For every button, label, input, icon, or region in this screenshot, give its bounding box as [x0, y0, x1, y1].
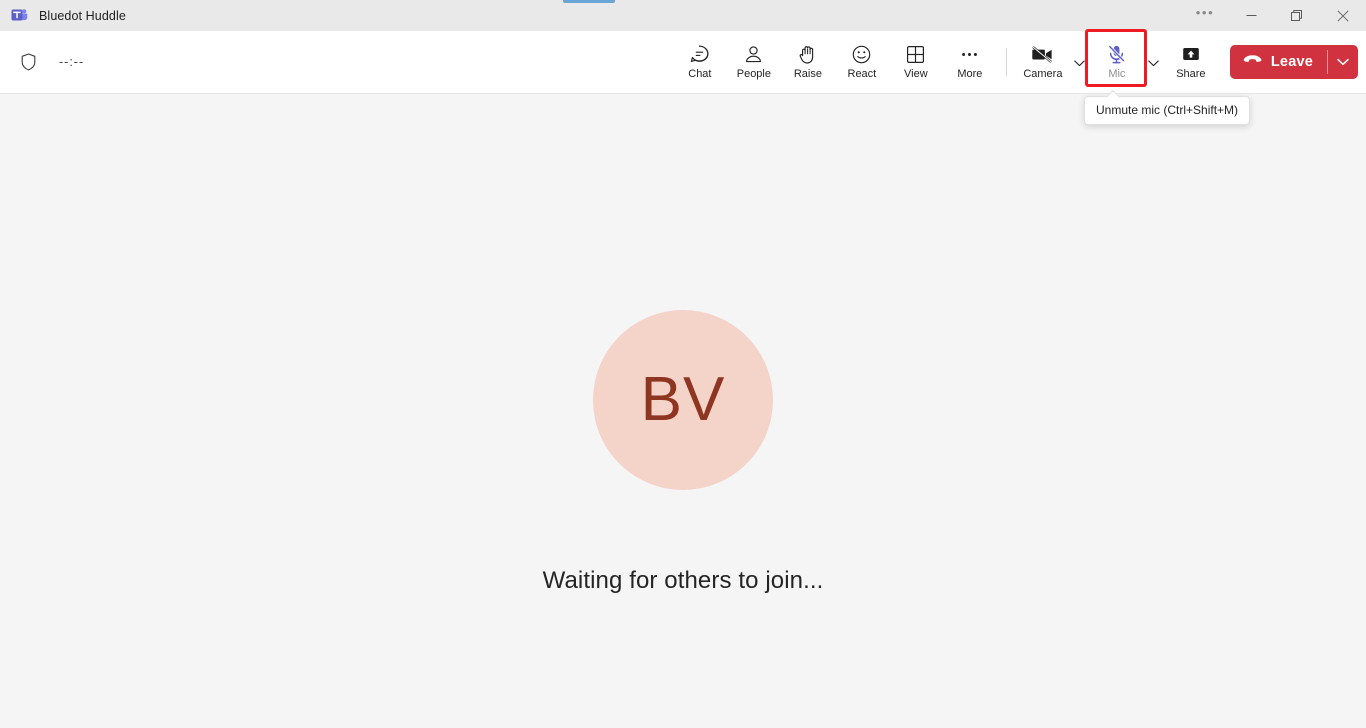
restore-icon — [1291, 9, 1302, 21]
leave-button[interactable]: Leave — [1230, 45, 1327, 79]
toolbar-button-more[interactable]: More — [943, 38, 997, 86]
leave-options-chevron[interactable] — [1328, 45, 1358, 79]
window-more-button[interactable]: ••• — [1182, 0, 1228, 31]
toolbar-button-share[interactable]: Share — [1164, 38, 1218, 86]
chevron-down-icon — [1074, 59, 1086, 66]
toolbar-label-chat: Chat — [688, 68, 712, 80]
toolbar-button-react[interactable]: React — [835, 38, 889, 86]
toolbar-button-people[interactable]: People — [727, 38, 781, 86]
chevron-down-icon — [1148, 59, 1160, 66]
minimize-icon — [1246, 15, 1256, 16]
chat-icon — [689, 44, 710, 65]
title-bar: Bluedot Huddle ••• — [0, 0, 1366, 31]
teams-logo-icon — [11, 7, 28, 24]
raise-hand-icon — [797, 44, 818, 65]
toolbar-label-react: React — [847, 68, 877, 80]
mic-muted-icon — [1106, 44, 1127, 65]
toolbar-button-raise[interactable]: Raise — [781, 38, 835, 86]
waiting-status-text: Waiting for others to join... — [542, 567, 824, 594]
toolbar-label-share: Share — [1176, 68, 1206, 80]
toolbar-button-chat[interactable]: Chat — [673, 38, 727, 86]
react-emoji-icon — [851, 44, 872, 65]
hangup-phone-icon — [1243, 53, 1262, 71]
toolbar-label-more: More — [957, 68, 983, 80]
camera-options-chevron[interactable] — [1070, 43, 1090, 83]
mic-options-chevron[interactable] — [1144, 43, 1164, 83]
close-icon — [1337, 9, 1349, 22]
mic-tooltip: Unmute mic (Ctrl+Shift+M) — [1084, 96, 1251, 125]
toolbar-label-camera: Camera — [1023, 68, 1063, 80]
window-maximize-button[interactable] — [1274, 0, 1320, 31]
toolbar-label-view: View — [904, 68, 928, 80]
toolbar-left-group: --:-- — [0, 52, 84, 72]
toolbar-label-raise: Raise — [793, 68, 822, 80]
view-grid-icon — [905, 44, 926, 65]
avatar-initials: BV — [640, 365, 726, 434]
mic-button-wrapper: Mic — [1084, 29, 1147, 87]
more-ellipsis-icon — [959, 44, 980, 65]
leave-button-group: Leave — [1229, 45, 1358, 79]
meeting-timer: --:-- — [59, 55, 85, 69]
toolbar-button-camera[interactable]: Camera — [1016, 38, 1070, 86]
people-icon — [743, 44, 764, 65]
toolbar-button-view[interactable]: View — [889, 38, 943, 86]
share-screen-icon — [1180, 44, 1202, 65]
meeting-toolbar: --:-- Chat People Raise React View More … — [0, 29, 1366, 94]
toolbar-button-mic[interactable]: Mic — [1090, 38, 1144, 86]
more-ellipsis-icon: ••• — [1195, 4, 1215, 20]
window-controls: ••• — [1182, 0, 1366, 31]
meeting-stage: BV Waiting for others to join... — [0, 94, 1366, 728]
camera-off-icon — [1031, 44, 1054, 65]
toolbar-right-group: Chat People Raise React View More Camera… — [673, 29, 1358, 93]
window-title: Bluedot Huddle — [39, 8, 126, 23]
window-close-button[interactable] — [1320, 0, 1366, 31]
shield-icon[interactable] — [18, 52, 38, 72]
title-bar-left: Bluedot Huddle — [0, 7, 126, 24]
teams-meeting-window: Bluedot Huddle ••• --:-- Chat People Rai… — [0, 0, 1366, 728]
leave-button-label: Leave — [1270, 54, 1313, 70]
avatar: BV — [593, 310, 773, 490]
toolbar-label-mic: Mic — [1108, 68, 1126, 80]
toolbar-divider — [1005, 48, 1007, 76]
window-minimize-button[interactable] — [1228, 0, 1274, 31]
window-drag-accent[interactable] — [563, 0, 615, 3]
chevron-down-icon — [1337, 58, 1349, 66]
toolbar-label-people: People — [736, 68, 771, 80]
